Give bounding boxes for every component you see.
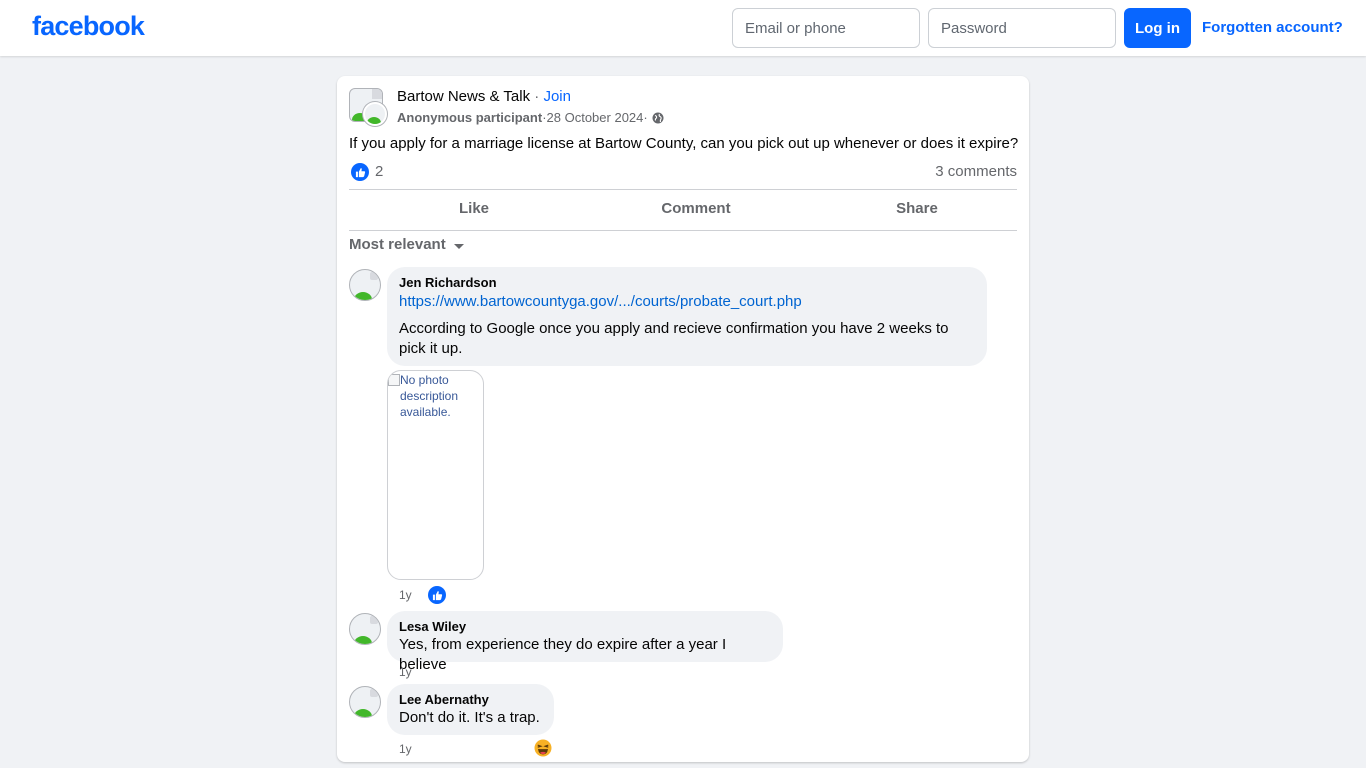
commenter-avatar[interactable]: [349, 686, 381, 718]
haha-icon[interactable]: [534, 739, 552, 757]
comment-time[interactable]: 1y: [399, 588, 412, 602]
comment-time[interactable]: 1y: [399, 742, 412, 756]
sort-label: Most relevant: [349, 236, 446, 253]
post-author: Anonymous participant: [397, 110, 543, 125]
like-button[interactable]: Like: [363, 200, 585, 217]
post-card: Bartow News & Talk · Join Anonymous part…: [337, 76, 1029, 762]
commenter-avatar[interactable]: [349, 613, 381, 645]
comment-author[interactable]: Lee Abernathy: [399, 692, 542, 708]
comment-bubble: Lesa Wiley Yes, from experience they do …: [387, 611, 783, 673]
post-date[interactable]: 28 October 2024: [547, 110, 644, 125]
comment-count[interactable]: 3 comments: [935, 163, 1017, 180]
photo-alt-text: No photo description available.: [388, 372, 483, 420]
facebook-logo[interactable]: facebook: [32, 11, 145, 42]
author-photo-icon: [363, 102, 387, 126]
comment-text: According to Google once you apply and r…: [399, 320, 949, 357]
group-avatar[interactable]: [349, 88, 387, 126]
comment-link[interactable]: https://www.bartowcountyga.gov/.../court…: [399, 292, 975, 312]
forgotten-account-link[interactable]: Forgotten account?: [1202, 19, 1343, 36]
broken-image-icon: [388, 374, 400, 386]
separator: ·: [643, 110, 648, 125]
comment-time[interactable]: 1y: [399, 665, 412, 679]
like-count[interactable]: 2: [375, 163, 383, 180]
comment-author[interactable]: Jen Richardson: [399, 275, 975, 291]
share-button[interactable]: Share: [806, 200, 1028, 217]
comment-text: Don't do it. It's a trap.: [399, 709, 540, 726]
post-meta: Anonymous participant · 28 October 2024 …: [397, 110, 664, 125]
comment-text: Yes, from experience they do expire afte…: [399, 636, 727, 673]
comment-bubble: Jen Richardson https://www.bartowcountyg…: [387, 267, 987, 366]
divider: [349, 189, 1017, 190]
comment-author[interactable]: Lesa Wiley: [399, 619, 771, 635]
top-bar: facebook Log in Forgotten account?: [0, 0, 1366, 56]
comment-button[interactable]: Comment: [585, 200, 807, 217]
post-text: If you apply for a marriage license at B…: [349, 135, 1019, 152]
comment-bubble: Lee Abernathy Don't do it. It's a trap.: [387, 684, 554, 735]
like-icon[interactable]: [428, 586, 446, 604]
group-name-link[interactable]: Bartow News & Talk: [397, 88, 530, 105]
post-header-line: Bartow News & Talk · Join: [397, 88, 571, 105]
comment-sort-dropdown[interactable]: Most relevant: [349, 236, 464, 253]
divider: [349, 230, 1017, 231]
caret-down-icon: [453, 243, 464, 249]
comment-photo[interactable]: No photo description available.: [387, 370, 484, 580]
login-button[interactable]: Log in: [1124, 8, 1191, 48]
commenter-avatar[interactable]: [349, 269, 381, 301]
like-reaction-icon[interactable]: [351, 163, 369, 181]
email-field[interactable]: [732, 8, 920, 48]
password-field[interactable]: [928, 8, 1116, 48]
join-link[interactable]: Join: [543, 88, 571, 105]
public-globe-icon: [652, 112, 664, 123]
separator: ·: [530, 88, 544, 105]
